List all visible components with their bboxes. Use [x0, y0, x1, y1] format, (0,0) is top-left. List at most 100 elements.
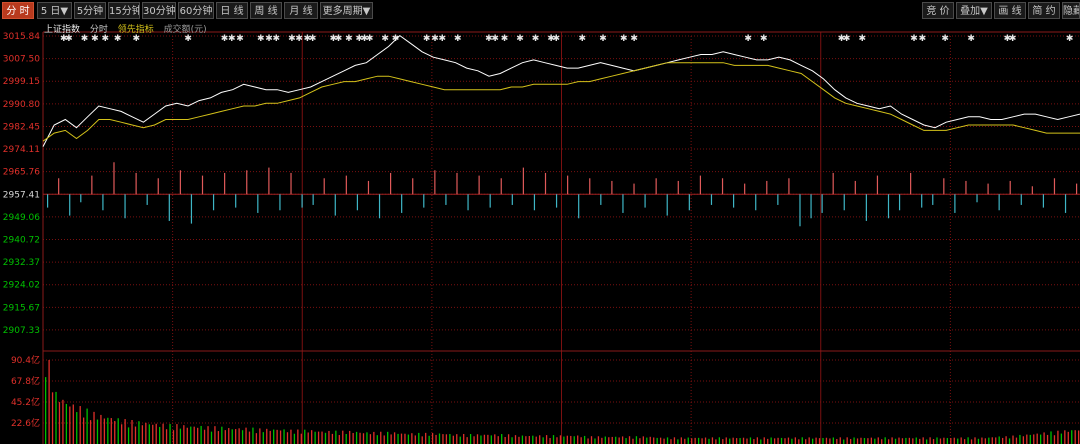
diff-bar: [1020, 194, 1022, 205]
y-tick-label: 2999.15: [3, 77, 40, 87]
volume-bar: [929, 437, 931, 444]
volume-bar: [435, 434, 437, 444]
event-marker: ✱: [910, 34, 918, 44]
volume-bar: [1015, 437, 1018, 444]
volume-bar: [528, 436, 530, 444]
diff-bar: [334, 194, 336, 216]
diff-bar: [235, 194, 237, 208]
volume-bar: [155, 423, 157, 444]
volume-bar: [393, 432, 396, 444]
volume-bar: [501, 434, 503, 444]
legend-index-name: 上证指数: [44, 25, 81, 35]
event-marker: ✱: [101, 34, 109, 44]
y-tick-label: 2974.11: [3, 145, 40, 155]
volume-bar: [632, 438, 634, 444]
volume-bar: [901, 438, 904, 444]
diff-bar: [489, 194, 491, 208]
volume-bar: [957, 438, 959, 444]
volume-bar: [469, 434, 472, 444]
diff-bar: [965, 180, 967, 195]
volume-bar: [352, 432, 354, 444]
volume-bar: [504, 436, 506, 444]
period-button-8[interactable]: 月 线: [284, 2, 318, 19]
volume-bar: [445, 434, 448, 444]
tool-button-1[interactable]: 叠加▼: [956, 2, 992, 19]
y-tick-label: 2949.06: [3, 213, 40, 223]
event-marker: ✱: [1009, 34, 1017, 44]
diff-bar: [124, 194, 126, 219]
diff-bar: [766, 180, 768, 195]
diff-bar: [843, 194, 845, 211]
volume-bar: [376, 435, 378, 444]
volume-bar: [894, 438, 897, 444]
volume-bar: [103, 418, 106, 444]
period-button-2[interactable]: 5分钟: [74, 2, 106, 19]
period-button-5[interactable]: 60分钟: [178, 2, 214, 19]
volume-bar: [777, 437, 779, 444]
volume-bar: [438, 433, 441, 444]
event-marker: ✱: [133, 34, 141, 44]
volume-bar: [801, 437, 803, 444]
volume-bar: [400, 433, 403, 444]
volume-bar: [269, 430, 271, 444]
volume-bar: [611, 436, 613, 444]
volume-bar: [442, 434, 444, 444]
volume-bar: [970, 439, 973, 444]
period-button-0[interactable]: 分 时: [2, 2, 34, 19]
volume-bar: [535, 436, 537, 444]
period-button-4[interactable]: 30分钟: [142, 2, 176, 19]
volume-bar: [846, 437, 848, 444]
volume-bar: [217, 431, 220, 444]
volume-bar: [677, 439, 679, 444]
diff-bar: [887, 194, 890, 219]
volume-bar: [494, 434, 496, 444]
tool-button-3[interactable]: 简 约: [1028, 2, 1060, 19]
volume-bar: [898, 437, 900, 444]
volume-bar: [449, 434, 451, 444]
volume-bar: [380, 431, 382, 444]
diff-bar: [301, 194, 303, 208]
volume-bar: [856, 438, 859, 444]
tool-button-2[interactable]: 画 线: [994, 2, 1026, 19]
period-button-9[interactable]: 更多周期▼: [320, 2, 373, 19]
volume-bar: [939, 438, 942, 444]
volume-bar: [549, 438, 551, 444]
volume-bar: [905, 437, 907, 444]
volume-bar: [235, 429, 237, 444]
volume-bar: [463, 433, 465, 444]
diff-bar: [522, 167, 524, 195]
toolbar: 分 时5 日▼ 5分钟 15分钟 30分钟 60分钟日 线周 线月 线更多周期▼ 竞 价叠…: [0, 0, 1080, 22]
volume-bar: [1043, 432, 1045, 444]
volume-bar: [366, 432, 368, 444]
volume-bar: [839, 437, 841, 444]
period-button-7[interactable]: 周 线: [250, 2, 282, 19]
volume-bar: [932, 439, 935, 444]
volume-bar: [594, 438, 596, 444]
volume-bar: [511, 437, 513, 444]
diff-bar: [113, 162, 115, 195]
volume-bar: [732, 437, 734, 444]
diff-bar: [733, 194, 735, 208]
diff-bar: [58, 178, 60, 195]
volume-bar: [314, 431, 316, 444]
volume-bar: [311, 430, 313, 444]
volume-bar: [369, 434, 372, 444]
diff-bar: [898, 194, 901, 211]
period-button-6[interactable]: 日 线: [216, 2, 248, 19]
event-marker: ✱: [630, 34, 638, 44]
diff-bar: [755, 194, 757, 211]
volume-bar: [1026, 434, 1028, 444]
volume-bar: [428, 435, 430, 444]
volume-bar: [943, 437, 945, 444]
period-button-3[interactable]: 15分钟: [108, 2, 140, 19]
tool-button-4[interactable]: 隐藏: [1062, 2, 1080, 19]
volume-bar: [228, 428, 230, 444]
volume-bar: [735, 438, 738, 444]
tool-button-0[interactable]: 竞 价: [922, 2, 954, 19]
period-button-1[interactable]: 5 日▼: [37, 2, 72, 19]
volume-bar: [718, 437, 720, 444]
volume-bar: [566, 435, 568, 444]
volume-bar: [770, 437, 772, 444]
diff-bar: [323, 178, 325, 195]
event-marker: ✱: [438, 34, 446, 44]
